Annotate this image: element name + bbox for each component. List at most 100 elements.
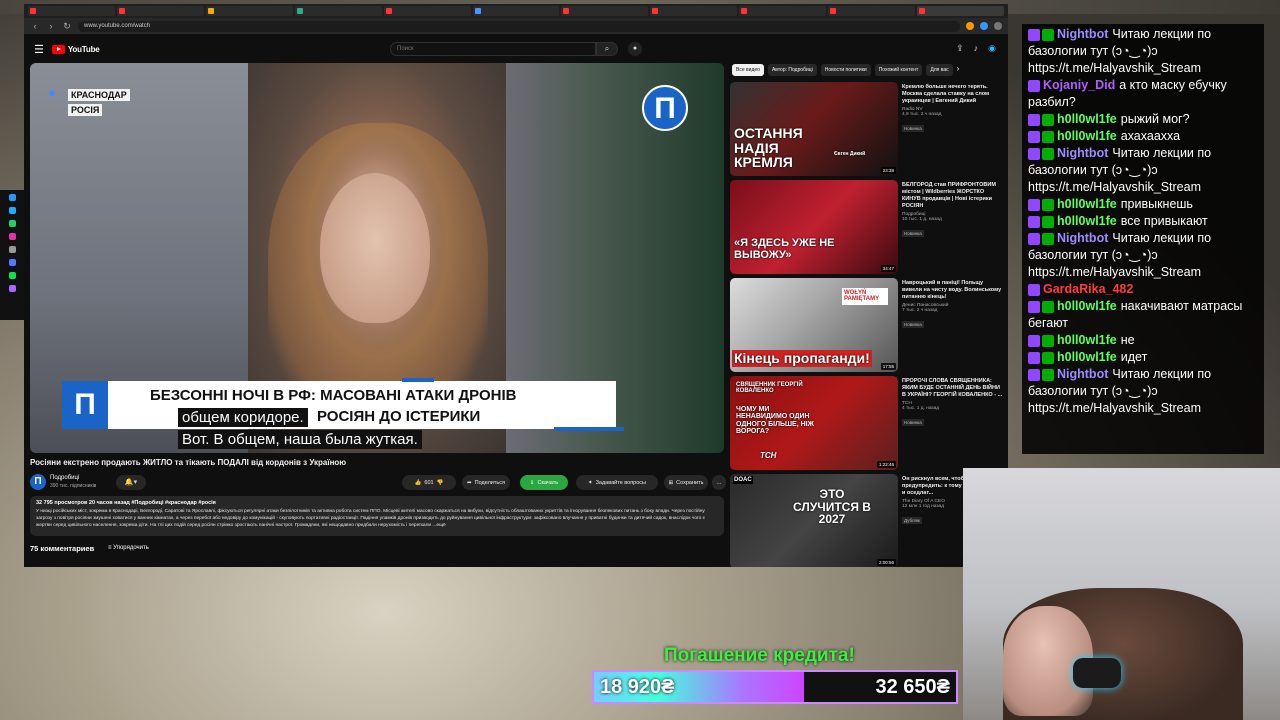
browser-tab[interactable]: [116, 6, 204, 16]
browser-tab[interactable]: [739, 6, 827, 16]
new-badge: Новинка: [902, 230, 924, 237]
browser-tab[interactable]: [650, 6, 738, 16]
new-badge: Новинка: [902, 419, 924, 426]
channel-avatar[interactable]: П: [30, 474, 46, 490]
browser-tab[interactable]: [828, 6, 916, 16]
whatsapp-icon[interactable]: [8, 220, 16, 227]
chat-badges: [1028, 79, 1040, 92]
recommended-video[interactable]: СВЯЩЕННИК ГЕОРГІЙ КОВАЛЕНКО ЧОМУ МИ НЕНА…: [730, 376, 1006, 470]
subscriber-count: 390 тис. підписників: [50, 483, 97, 489]
browser-tab-active[interactable]: [917, 6, 1004, 16]
goal-progress-bar: 18 920₴ 32 650₴: [592, 670, 958, 704]
recommended-video[interactable]: WOŁYŃ PAMIĘTAMY Кінець пропаганди! 17:55…: [730, 278, 1006, 372]
chat-message: Nightbot Читаю лекции по базологии тут (ↄ…: [1028, 26, 1258, 77]
chat-text: все привыкают: [1120, 214, 1208, 228]
video-title: Росіяни екстрено продають ЖИТЛО та тікаю…: [30, 458, 347, 467]
tab-favicon-icon: [385, 8, 392, 14]
notifications-bell-icon[interactable]: ♪: [974, 43, 979, 54]
back-icon[interactable]: ‹: [30, 21, 40, 31]
recommended-views: 4 тыс. 1 д. назад: [902, 406, 940, 411]
duration-badge: 34:47: [880, 265, 896, 272]
video-player[interactable]: ● КРАСНОДАР РОСІЯ П П БЕЗСОННІ НОЧІ В РФ…: [30, 63, 724, 453]
chat-username[interactable]: GardaRika_482: [1043, 282, 1133, 296]
video-subject-face: [320, 173, 430, 323]
save-button[interactable]: ⊞ Сохранить: [664, 475, 708, 490]
share-button[interactable]: ➦ Поделиться: [462, 475, 510, 490]
browser-tab[interactable]: [28, 6, 115, 16]
thumbs-down-icon[interactable]: 👎: [437, 480, 444, 486]
chevron-right-icon[interactable]: ›: [957, 64, 960, 78]
chip-author[interactable]: Автор: Подробиці: [767, 64, 817, 76]
chat-username[interactable]: Nightbot: [1057, 27, 1108, 41]
browser-tab[interactable]: [294, 6, 382, 16]
x-icon[interactable]: [8, 246, 16, 253]
search-icon[interactable]: ⌕: [596, 42, 618, 56]
duration-badge: 17:55: [880, 363, 896, 370]
telegram-icon[interactable]: [8, 207, 16, 214]
duration-badge: 23:38: [880, 167, 896, 174]
profile-icon[interactable]: [994, 22, 1002, 30]
browser-tab[interactable]: [205, 6, 293, 16]
download-button[interactable]: ⇓ Скачать: [520, 475, 568, 490]
chip-politics[interactable]: Новости политики: [820, 64, 871, 76]
chat-username[interactable]: h0ll0wl1fe: [1057, 333, 1117, 347]
chat-badges: [1028, 283, 1040, 296]
chat-text: не: [1120, 333, 1135, 347]
spotify-icon[interactable]: [8, 272, 16, 279]
extension-icon[interactable]: [980, 22, 988, 30]
comments-count: 75 комментариев: [30, 544, 95, 553]
account-avatar[interactable]: ◉: [988, 43, 996, 54]
twitch-badge-icon: [1028, 79, 1040, 92]
microphone-icon[interactable]: ●: [628, 42, 642, 56]
extension-icon[interactable]: [966, 22, 974, 30]
thumbnail-sign: WOŁYŃ PAMIĘTAMY: [842, 288, 888, 305]
share-icon: ➦: [467, 479, 472, 486]
sort-comments-button[interactable]: ≡ Упорядочить: [108, 545, 149, 551]
channel-name[interactable]: Подробиці: [50, 475, 79, 481]
browser-tab[interactable]: [383, 6, 471, 16]
moderator-badge-icon: [1042, 368, 1054, 381]
chip-all[interactable]: Все видео: [732, 64, 764, 76]
chat-badges: [1028, 368, 1054, 381]
chat-username[interactable]: Nightbot: [1057, 231, 1108, 245]
upload-icon[interactable]: ⇪: [956, 43, 964, 54]
discord-icon[interactable]: [8, 259, 16, 266]
chip-similar[interactable]: Похожий контент: [874, 64, 923, 76]
chat-username[interactable]: h0ll0wl1fe: [1057, 350, 1117, 364]
youtube-logo[interactable]: YouTube: [51, 44, 100, 54]
moderator-badge-icon: [1042, 130, 1054, 143]
recommended-video[interactable]: ОСТАННЯ НАДІЯ КРЕМЛЯ Євген Дикий 23:38 К…: [730, 82, 1006, 176]
recommended-video[interactable]: «Я ЗДЕСЬ УЖЕ НЕ ВЫВОЖУ» 34:47 БЕЛГОРОД с…: [730, 180, 1006, 274]
chat-username[interactable]: Nightbot: [1057, 367, 1108, 381]
chat-username[interactable]: h0ll0wl1fe: [1057, 129, 1117, 143]
messenger-icon[interactable]: [8, 194, 16, 201]
reload-icon[interactable]: ↻: [62, 21, 72, 32]
instagram-icon[interactable]: [8, 233, 16, 240]
like-button[interactable]: 👍 601 👎: [402, 475, 456, 490]
ask-button[interactable]: ✦ Задавайте вопросы: [576, 475, 658, 490]
lower-third: П БЕЗСОННІ НОЧІ В РФ: МАСОВАНІ АТАКИ ДРО…: [62, 378, 624, 431]
chat-badges: [1028, 232, 1054, 245]
thumbnail-caption-top: СВЯЩЕННИК ГЕОРГІЙ КОВАЛЕНКО: [736, 382, 803, 395]
chat-username[interactable]: h0ll0wl1fe: [1057, 299, 1117, 313]
browser-tab[interactable]: [561, 6, 649, 16]
extension-icon[interactable]: [8, 285, 16, 292]
chip-for-you[interactable]: Для вас: [926, 64, 953, 76]
url-field[interactable]: www.youtube.com/watch: [78, 20, 960, 32]
subscription-bell-button[interactable]: 🔔▾: [116, 475, 146, 490]
forward-icon[interactable]: ›: [46, 21, 56, 31]
description-box[interactable]: 32 795 просмотров 20 часов назад #Подроб…: [30, 496, 724, 536]
search-input[interactable]: Поиск: [390, 42, 596, 56]
duration-badge: 2:00:56: [876, 559, 896, 566]
browser-tab[interactable]: [472, 6, 560, 16]
chat-username[interactable]: h0ll0wl1fe: [1057, 214, 1117, 228]
hamburger-menu-icon[interactable]: ☰: [34, 43, 44, 56]
lower-third-accent: [554, 427, 624, 431]
chat-message: h0ll0wl1fe рыжий мог?: [1028, 111, 1258, 128]
chat-username[interactable]: h0ll0wl1fe: [1057, 197, 1117, 211]
chat-username[interactable]: h0ll0wl1fe: [1057, 112, 1117, 126]
chat-username[interactable]: Nightbot: [1057, 146, 1108, 160]
chat-username[interactable]: Kojaniy_Did: [1043, 78, 1115, 92]
more-actions-button[interactable]: ...: [712, 475, 726, 490]
subtitle-line: Вот. В общем, наша была жуткая.: [178, 430, 422, 449]
